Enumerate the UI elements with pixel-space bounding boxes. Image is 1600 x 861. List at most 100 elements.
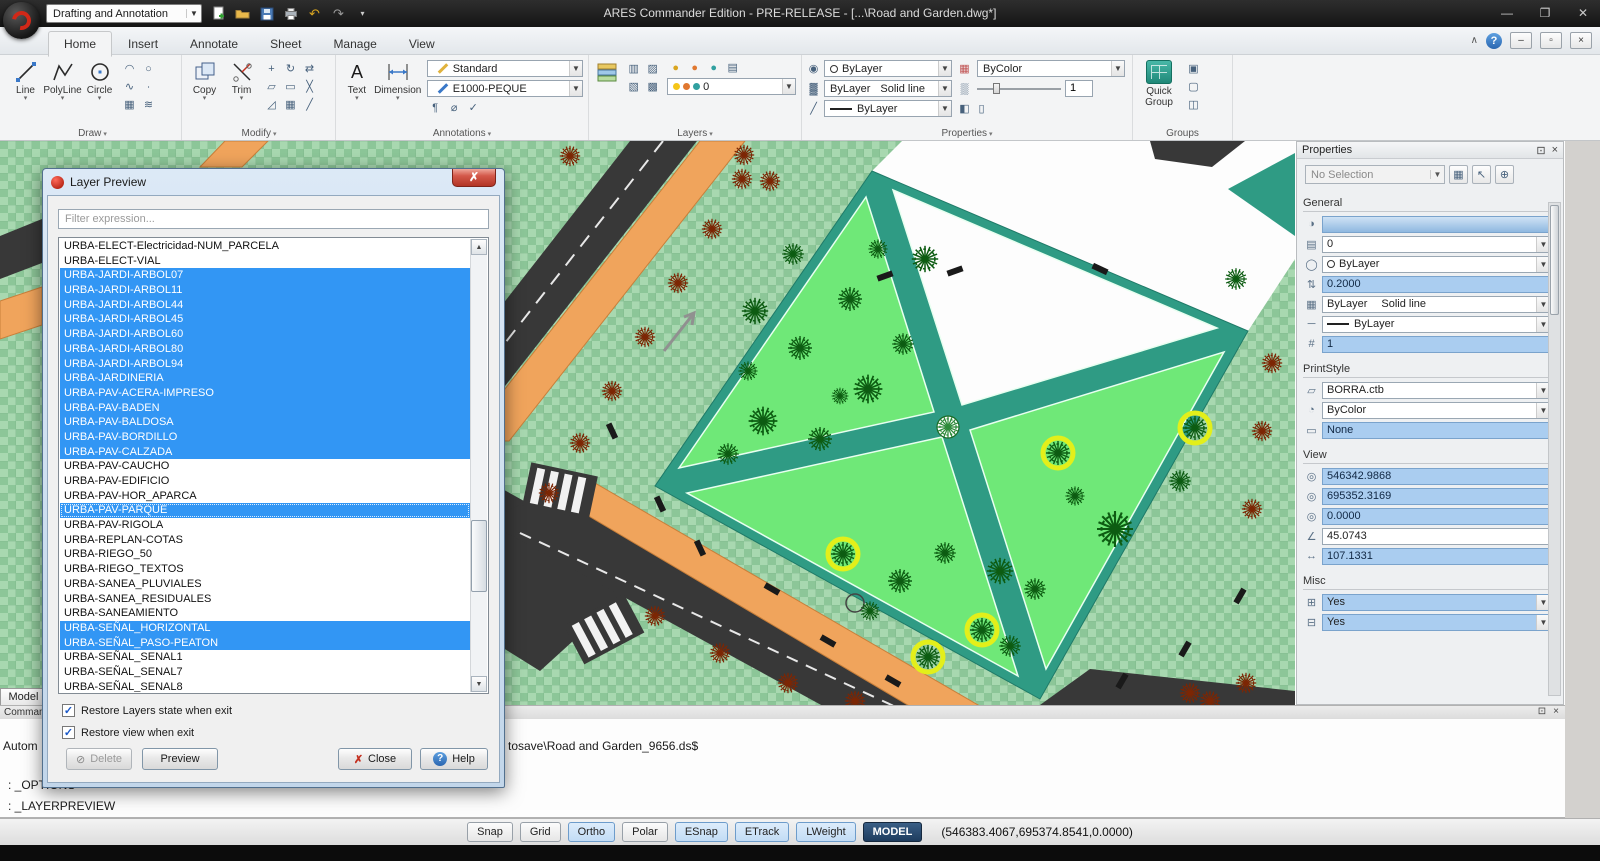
trim-tool-button[interactable]: Trim▾ xyxy=(223,58,260,102)
chevron-down-icon[interactable]: ▼ xyxy=(186,9,201,18)
ellipse-icon[interactable]: ○ xyxy=(140,61,157,77)
chevron-down-icon[interactable]: ▼ xyxy=(938,81,951,96)
layer-print-icon[interactable]: ▤ xyxy=(724,60,741,76)
layer-list-item[interactable]: URBA-SEÑAL_SENAL8 xyxy=(60,680,470,692)
checkbox-checked-icon[interactable]: ✓ xyxy=(62,704,75,717)
erase-icon[interactable]: ╳ xyxy=(301,79,318,95)
preview-button[interactable]: Preview xyxy=(142,748,218,770)
value-field[interactable]: 0.2000 xyxy=(1322,276,1551,293)
layer-list-item[interactable]: URBA-PAV-ACERA-IMPRESO xyxy=(60,386,470,401)
layer-unlock-icon[interactable]: ● xyxy=(705,60,722,76)
chevron-down-icon[interactable]: ▼ xyxy=(938,61,951,76)
combo-field[interactable]: ByLayer▼ xyxy=(1322,316,1551,333)
layer-list-item[interactable]: URBA-PAV-PARQUE xyxy=(60,503,470,518)
layer-list-item[interactable]: URBA-PAV-CAUCHO xyxy=(60,459,470,474)
copy-tool-button[interactable]: Copy▾ xyxy=(186,58,223,102)
linecolor-combo[interactable]: ByLayer▼ xyxy=(824,60,952,77)
restore-layers-checkbox[interactable]: ✓ Restore Layers state when exit xyxy=(62,704,232,717)
select-elements-icon[interactable]: ▦ xyxy=(1449,165,1468,184)
tab-view[interactable]: View xyxy=(393,31,451,56)
minimize-window-button[interactable]: — xyxy=(1496,3,1518,23)
chevron-down-icon[interactable]: ▼ xyxy=(782,79,795,94)
layer-isolate-icon[interactable]: ▩ xyxy=(644,79,661,95)
chamfer-icon[interactable]: ◿ xyxy=(263,97,280,113)
extend-icon[interactable]: ╱ xyxy=(301,97,318,113)
layer-thaw-icon[interactable]: ● xyxy=(686,60,703,76)
qat-more-icon[interactable]: ▾ xyxy=(354,5,371,22)
layer-state-icon[interactable]: ▥ xyxy=(625,61,642,77)
linestyle-mini-icon[interactable]: ▓ xyxy=(805,81,822,97)
help-icon[interactable]: ? xyxy=(1486,33,1502,49)
dimension-tool-button[interactable]: Dimension▾ xyxy=(375,58,421,102)
layer-list-item[interactable]: URBA-REPLAN-COTAS xyxy=(60,533,470,548)
layer-freeze-icon[interactable]: ▨ xyxy=(644,61,661,77)
point-icon[interactable]: ∙ xyxy=(140,79,157,95)
chevron-down-icon[interactable]: ▼ xyxy=(938,101,951,116)
checkbox-checked-icon[interactable]: ✓ xyxy=(62,726,75,739)
restore-view-checkbox[interactable]: ✓ Restore view when exit xyxy=(62,726,194,739)
color-preview-field[interactable] xyxy=(1322,216,1551,233)
workspace-selector[interactable]: Drafting and Annotation ▼ xyxy=(46,4,202,23)
scroll-up-icon[interactable]: ▲ xyxy=(471,239,487,255)
layer-list-item[interactable]: URBA-SEÑAL_HORIZONTAL xyxy=(60,621,470,636)
arc-icon[interactable]: ◠ xyxy=(121,61,138,77)
leader-icon[interactable]: ¶ xyxy=(427,100,444,116)
layer-list-item[interactable]: URBA-JARDINERIA xyxy=(60,371,470,386)
chevron-down-icon[interactable]: ▼ xyxy=(1111,61,1124,76)
toggle-lweight[interactable]: LWeight xyxy=(796,822,855,842)
properties-painter-icon[interactable]: ◧ xyxy=(956,101,973,117)
lineweight-combo[interactable]: ByLayer▼ xyxy=(824,100,952,117)
layer-list-item[interactable]: URBA-RIEGO_50 xyxy=(60,547,470,562)
layer-list-item[interactable]: URBA-PAV-BADEN xyxy=(60,401,470,416)
layer-list-item[interactable]: URBA-SANEA_RESIDUALES xyxy=(60,592,470,607)
layer-list-item[interactable]: URBA-SANEAMIENTO xyxy=(60,606,470,621)
group-label-properties[interactable]: Properties▾ xyxy=(802,128,1132,139)
layer-list-item[interactable]: URBA-SEÑAL_SENAL7 xyxy=(60,665,470,680)
scrollbar-thumb[interactable] xyxy=(1550,205,1559,315)
toggle-grid[interactable]: Grid xyxy=(520,822,561,842)
layer-list-item[interactable]: URBA-SANEA_PLUVIALES xyxy=(60,577,470,592)
open-folder-button[interactable] xyxy=(234,5,251,22)
value-field[interactable]: 1 xyxy=(1322,336,1551,353)
layers-manager-button[interactable] xyxy=(592,58,622,85)
doc-restore-button[interactable]: ▫ xyxy=(1540,32,1562,49)
spline-icon[interactable]: ∿ xyxy=(121,79,138,95)
collapse-ribbon-icon[interactable]: ∧ xyxy=(1471,35,1478,46)
toggle-esnap[interactable]: ESnap xyxy=(675,822,728,842)
close-panel-icon[interactable]: × xyxy=(1552,144,1558,157)
dimension-style-combo[interactable]: Standard▼ xyxy=(427,60,583,77)
quick-select-icon[interactable]: ⊕ xyxy=(1495,165,1514,184)
active-layer-combo[interactable]: 0 ▼ xyxy=(667,78,796,95)
slider-handle[interactable] xyxy=(993,83,1000,94)
layer-list-item[interactable]: URBA-ELECT-VIAL xyxy=(60,254,470,269)
tab-manage[interactable]: Manage xyxy=(317,31,392,56)
combo-field[interactable]: Yes▼ xyxy=(1322,594,1551,611)
offset-icon[interactable]: ▱ xyxy=(263,79,280,95)
value-field[interactable]: 695352.3169 xyxy=(1322,488,1551,505)
selection-combo[interactable]: No Selection ▼ xyxy=(1305,165,1445,184)
value-field[interactable]: 107.1331 xyxy=(1322,548,1551,565)
layer-list-item[interactable]: URBA-PAV-RIGOLA xyxy=(60,518,470,533)
ungroup-icon[interactable]: ▢ xyxy=(1185,79,1202,95)
layer-list-item[interactable]: URBA-PAV-EDIFICIO xyxy=(60,474,470,489)
group-label-modify[interactable]: Modify▾ xyxy=(183,128,335,139)
panel-scrollbar[interactable] xyxy=(1548,202,1561,696)
scrollbar-thumb[interactable] xyxy=(471,520,487,592)
scroll-down-icon[interactable]: ▼ xyxy=(471,676,487,692)
layer-list-item[interactable]: URBA-JARDI-ARBOL07 xyxy=(60,268,470,283)
redo-icon[interactable]: ↷ xyxy=(330,5,347,22)
layer-list-item[interactable]: URBA-JARDI-ARBOL45 xyxy=(60,312,470,327)
quick-group-button[interactable]: Quick Group xyxy=(1136,58,1182,108)
new-file-button[interactable] xyxy=(210,5,227,22)
group-edit-icon[interactable]: ▣ xyxy=(1185,61,1202,77)
dock-command-icon[interactable]: ⊡ xyxy=(1538,706,1546,717)
close-window-button[interactable]: ✕ xyxy=(1572,3,1594,23)
layer-list-item[interactable]: URBA-PAV-CALZADA xyxy=(60,445,470,460)
page-setup-icon[interactable]: ▯ xyxy=(973,101,990,117)
layer-list-item[interactable]: URBA-ELECT-Electricidad-NUM_PARCELA xyxy=(60,239,470,254)
chevron-down-icon[interactable]: ▼ xyxy=(569,81,582,96)
close-button[interactable]: ✗ Close xyxy=(338,748,412,770)
toggle-model[interactable]: MODEL xyxy=(863,822,923,842)
combo-field[interactable]: Yes▼ xyxy=(1322,614,1551,631)
text-style-combo[interactable]: E1000-PEQUE▼ xyxy=(427,80,583,97)
